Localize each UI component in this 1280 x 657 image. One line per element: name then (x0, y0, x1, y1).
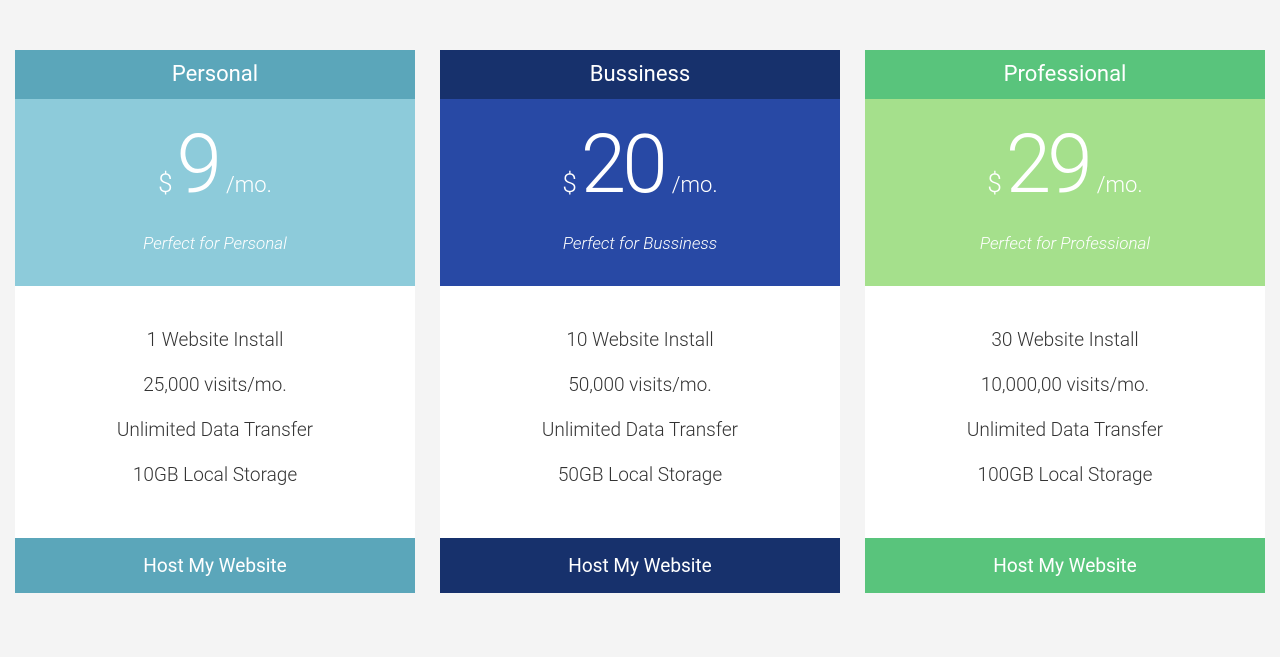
price-period: /mo. (1097, 175, 1143, 197)
feature-item: Unlimited Data Transfer (460, 418, 820, 441)
feature-item: 10,000,00 visits/mo. (885, 373, 1245, 396)
feature-item: Unlimited Data Transfer (885, 418, 1245, 441)
price-value: 9 (177, 124, 218, 206)
price-line: $ 20 /mo. (455, 124, 825, 206)
card-header: Professional $ 29 /mo. Perfect for Profe… (865, 50, 1265, 286)
feature-item: 30 Website Install (885, 328, 1245, 351)
currency-symbol: $ (158, 171, 172, 197)
host-website-button[interactable]: Host My Website (865, 538, 1265, 593)
feature-item: 1 Website Install (35, 328, 395, 351)
currency-symbol: $ (562, 171, 576, 197)
feature-item: Unlimited Data Transfer (35, 418, 395, 441)
price-value: 29 (1006, 124, 1089, 206)
pricing-card-business: Bussiness $ 20 /mo. Perfect for Bussines… (440, 50, 840, 593)
feature-item: 50GB Local Storage (460, 463, 820, 486)
features-list: 1 Website Install 25,000 visits/mo. Unli… (15, 286, 415, 538)
price-section: $ 20 /mo. Perfect for Bussiness (440, 99, 840, 286)
price-section: $ 29 /mo. Perfect for Professional (865, 99, 1265, 286)
plan-subtitle: Perfect for Professional (880, 234, 1250, 254)
feature-item: 25,000 visits/mo. (35, 373, 395, 396)
plan-subtitle: Perfect for Personal (30, 234, 400, 254)
currency-symbol: $ (987, 171, 1001, 197)
price-value: 20 (581, 124, 664, 206)
feature-item: 10GB Local Storage (35, 463, 395, 486)
feature-item: 10 Website Install (460, 328, 820, 351)
price-line: $ 29 /mo. (880, 124, 1250, 206)
card-header: Personal $ 9 /mo. Perfect for Personal (15, 50, 415, 286)
pricing-card-personal: Personal $ 9 /mo. Perfect for Personal 1… (15, 50, 415, 593)
plan-title: Bussiness (440, 50, 840, 99)
card-header: Bussiness $ 20 /mo. Perfect for Bussines… (440, 50, 840, 286)
price-line: $ 9 /mo. (30, 124, 400, 206)
price-period: /mo. (672, 175, 718, 197)
feature-item: 100GB Local Storage (885, 463, 1245, 486)
host-website-button[interactable]: Host My Website (15, 538, 415, 593)
feature-item: 50,000 visits/mo. (460, 373, 820, 396)
price-section: $ 9 /mo. Perfect for Personal (15, 99, 415, 286)
features-list: 30 Website Install 10,000,00 visits/mo. … (865, 286, 1265, 538)
pricing-card-professional: Professional $ 29 /mo. Perfect for Profe… (865, 50, 1265, 593)
plan-subtitle: Perfect for Bussiness (455, 234, 825, 254)
price-period: /mo. (226, 175, 272, 197)
plan-title: Personal (15, 50, 415, 99)
features-list: 10 Website Install 50,000 visits/mo. Unl… (440, 286, 840, 538)
plan-title: Professional (865, 50, 1265, 99)
pricing-container: Personal $ 9 /mo. Perfect for Personal 1… (15, 50, 1265, 593)
host-website-button[interactable]: Host My Website (440, 538, 840, 593)
